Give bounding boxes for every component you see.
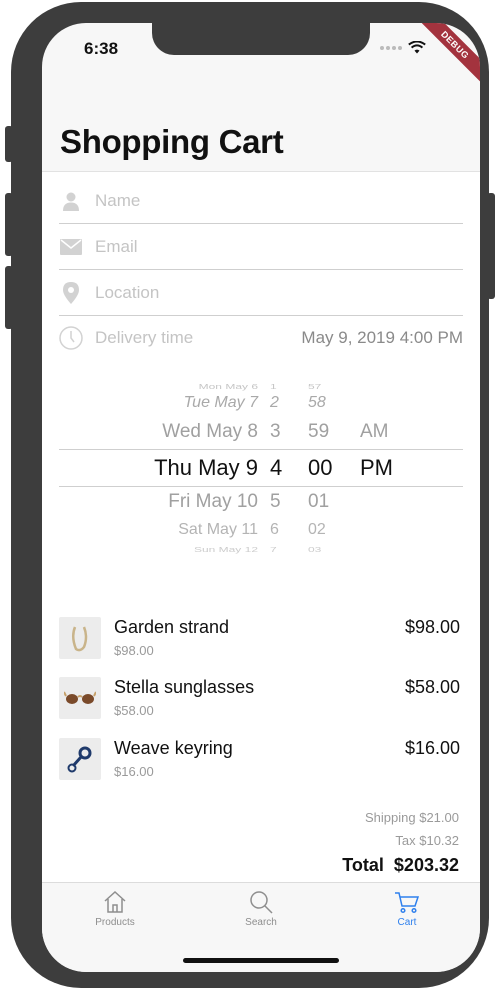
person-icon xyxy=(59,189,83,213)
tab-search[interactable]: Search xyxy=(216,889,306,928)
picker-minute: 01 xyxy=(308,491,330,512)
picker-row[interactable]: Fri May 10 5 01 xyxy=(42,491,480,513)
total-value: $203.32 xyxy=(393,855,459,875)
wifi-icon xyxy=(408,41,426,54)
delivery-time-value: May 9, 2019 4:00 PM xyxy=(301,328,463,347)
email-placeholder: Email xyxy=(95,236,138,256)
item-name: Garden strand xyxy=(114,617,230,637)
picker-date: Mon May 6 xyxy=(198,382,258,391)
picker-hour: 5 xyxy=(270,491,281,512)
status-icons xyxy=(380,41,426,54)
picker-minute: 59 xyxy=(308,421,330,442)
sunglasses-icon xyxy=(59,677,101,719)
debug-banner: DEBUG xyxy=(410,23,480,90)
picker-date: Sat May 11 xyxy=(178,521,258,538)
shipping-cost: Shipping $21.00 xyxy=(365,810,459,825)
picker-row[interactable]: Mon May 6 1 57 xyxy=(42,382,480,391)
picker-date: Tue May 7 xyxy=(183,394,258,411)
item-unit-price: $58.00 xyxy=(114,703,154,718)
picker-hour: 1 xyxy=(270,382,277,391)
picker-minute: 03 xyxy=(308,545,322,554)
item-name: Stella sunglasses xyxy=(114,677,255,697)
location-field[interactable]: Location xyxy=(59,270,463,316)
picker-hour: 7 xyxy=(270,545,277,554)
picker-minute: 02 xyxy=(308,521,326,538)
delivery-time-label: Delivery time xyxy=(95,328,194,347)
tax-amount: Tax $10.32 xyxy=(395,833,459,848)
picker-selection-top-line xyxy=(59,449,463,450)
notch xyxy=(152,23,370,55)
picker-hour: 3 xyxy=(270,421,281,442)
cart-item[interactable]: Garden strand $98.00 $98.00 xyxy=(59,617,463,663)
picker-hour: 6 xyxy=(270,521,279,538)
clock-icon xyxy=(59,326,83,350)
tab-label: Search xyxy=(245,917,277,928)
picker-date: Thu May 9 xyxy=(154,455,258,480)
item-price: $16.00 xyxy=(404,738,460,758)
picker-ampm: PM xyxy=(360,455,393,480)
picker-hour: 4 xyxy=(270,455,283,480)
tab-label: Products xyxy=(95,917,135,928)
picker-date: Wed May 8 xyxy=(162,421,258,442)
location-placeholder: Location xyxy=(95,282,160,302)
total-label: Total xyxy=(342,855,384,875)
picker-minute: 57 xyxy=(308,382,322,391)
picker-minute: 00 xyxy=(308,455,333,480)
item-price: $98.00 xyxy=(404,617,460,637)
cart-item[interactable]: Weave keyring $16.00 $16.00 xyxy=(59,738,463,784)
date-time-picker[interactable]: Mon May 6 1 57 Tue May 7 2 58 Wed May 8 … xyxy=(42,372,480,562)
tab-label: Cart xyxy=(397,917,417,928)
picker-date: Fri May 10 xyxy=(168,491,258,512)
home-indicator[interactable] xyxy=(183,958,339,963)
item-price: $58.00 xyxy=(404,677,460,697)
picker-row[interactable]: Tue May 7 2 58 xyxy=(42,394,480,412)
delivery-time-row[interactable]: Delivery time May 9, 2019 4:00 PM xyxy=(59,318,463,358)
picker-minute: 58 xyxy=(308,394,326,411)
home-icon xyxy=(104,890,126,913)
picker-row[interactable]: Sun May 12 7 03 xyxy=(42,545,480,554)
cart-icon xyxy=(395,892,420,914)
picker-row[interactable]: Sat May 11 6 02 xyxy=(42,521,480,539)
mail-icon xyxy=(59,235,83,259)
picker-row-selected[interactable]: Thu May 9 4 00 PM xyxy=(42,455,480,481)
picker-hour: 2 xyxy=(270,394,279,411)
tab-cart[interactable]: Cart xyxy=(362,889,452,928)
phone-frame: 6:38 DEBUG Shopping Cart Name Email Loca… xyxy=(11,2,489,988)
search-icon xyxy=(250,891,273,914)
tab-products[interactable]: Products xyxy=(70,889,160,928)
picker-ampm: AM xyxy=(360,421,389,442)
signal-icon xyxy=(380,45,402,50)
order-total: Total $203.32 xyxy=(342,855,459,876)
location-pin-icon xyxy=(59,281,83,305)
email-field[interactable]: Email xyxy=(59,224,463,270)
keyring-icon xyxy=(59,738,101,780)
picker-selection-bottom-line xyxy=(59,486,463,487)
item-unit-price: $98.00 xyxy=(114,643,154,658)
name-placeholder: Name xyxy=(95,190,141,210)
picker-row[interactable]: Wed May 8 3 59 AM xyxy=(42,421,480,443)
item-unit-price: $16.00 xyxy=(114,764,154,779)
cart-item[interactable]: Stella sunglasses $58.00 $58.00 xyxy=(59,677,463,723)
status-time: 6:38 xyxy=(84,39,119,58)
necklace-icon xyxy=(59,617,101,659)
cart-content: Name Email Location Delivery time May 9,… xyxy=(42,172,480,882)
name-field[interactable]: Name xyxy=(59,178,463,224)
page-title: Shopping Cart xyxy=(60,123,284,160)
picker-date: Sun May 12 xyxy=(193,545,258,554)
app-screen: 6:38 DEBUG Shopping Cart Name Email Loca… xyxy=(42,23,480,972)
item-name: Weave keyring xyxy=(114,738,233,758)
